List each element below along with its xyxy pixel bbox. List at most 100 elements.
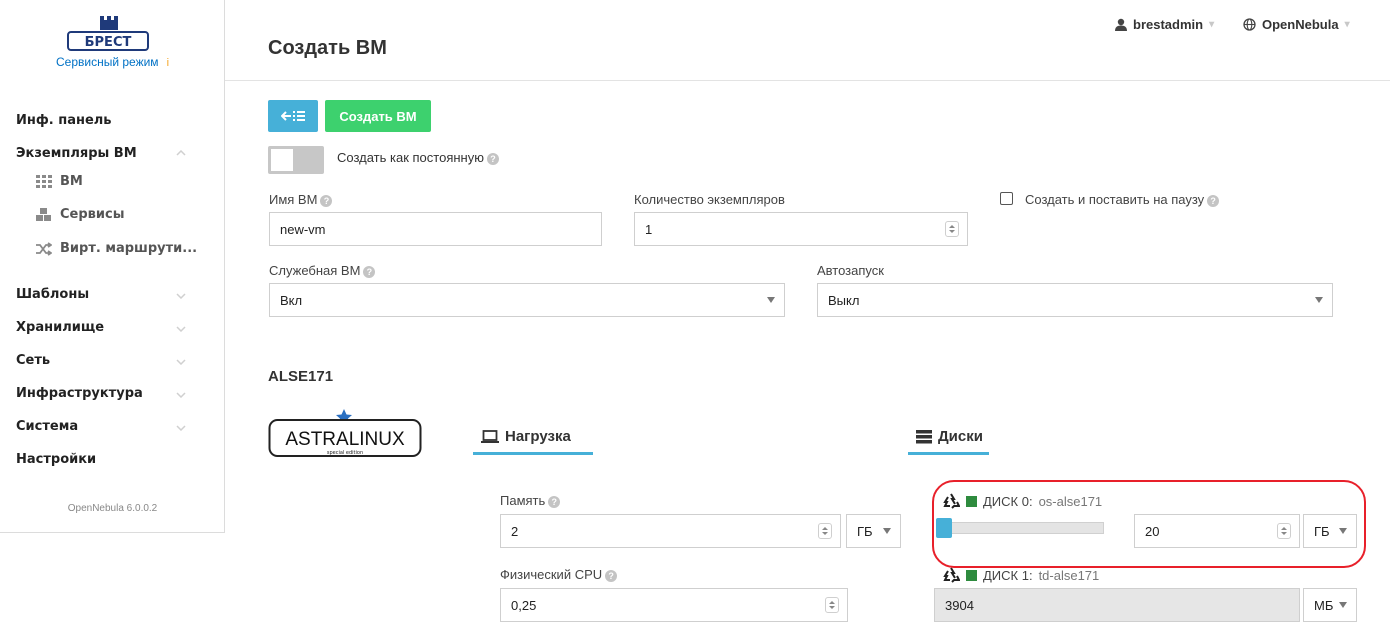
instances-value: 1 bbox=[645, 221, 653, 237]
persistent-toggle[interactable] bbox=[268, 146, 324, 174]
astralinux-logo: ASTRALINUX special edition bbox=[268, 409, 422, 457]
recycle-icon[interactable] bbox=[942, 567, 960, 583]
help-icon[interactable]: ? bbox=[320, 194, 333, 207]
autostart-label: Автозапуск bbox=[817, 263, 884, 278]
help-icon[interactable]: ? bbox=[548, 495, 561, 508]
sidebar-item-settings[interactable]: Настройки bbox=[16, 452, 96, 467]
help-icon[interactable]: ? bbox=[486, 152, 499, 165]
sidebar-item-dashboard[interactable]: Инф. панель bbox=[16, 113, 112, 128]
memory-label: Память? bbox=[500, 493, 561, 508]
back-to-list-button[interactable] bbox=[268, 100, 318, 132]
vm-name-label: Имя ВМ? bbox=[269, 192, 333, 207]
memory-unit-value: ГБ bbox=[857, 523, 873, 539]
user-menu[interactable]: brestadmin ▾ bbox=[1115, 17, 1214, 32]
back-list-icon bbox=[281, 111, 305, 121]
chevron-up-icon[interactable] bbox=[176, 150, 186, 156]
vm-name-input[interactable]: new-vm bbox=[269, 212, 602, 246]
chevron-down-icon[interactable] bbox=[176, 392, 186, 398]
tab-load[interactable]: Нагрузка bbox=[481, 428, 571, 445]
disk0-unit-value: ГБ bbox=[1314, 523, 1330, 539]
memory-input[interactable]: 2 bbox=[500, 514, 841, 548]
username: brestadmin bbox=[1133, 17, 1204, 32]
sidebar-item-virtual-routers[interactable]: Вирт. маршрути... bbox=[36, 241, 197, 256]
grid-icon bbox=[36, 174, 52, 188]
sidebar-item-vm-instances[interactable]: Экземпляры ВМ bbox=[16, 146, 137, 161]
template-name: ALSE171 bbox=[268, 368, 334, 385]
tab-label: Диски bbox=[938, 428, 983, 445]
sidebar-item-label: Вирт. маршрути... bbox=[60, 241, 198, 256]
svg-text:ASTRALINUX: ASTRALINUX bbox=[285, 429, 405, 450]
version-label: OpenNebula 6.0.0.2 bbox=[67, 503, 158, 514]
disk1-size-value: 3904 bbox=[945, 597, 974, 613]
svg-text:БРЕСТ: БРЕСТ bbox=[85, 35, 132, 50]
service-mode-link[interactable]: Сервисный режим i bbox=[0, 55, 225, 69]
random-icon bbox=[36, 241, 52, 256]
sidebar-item-label: ВМ bbox=[60, 174, 83, 189]
disk0-size-input[interactable]: 20 bbox=[1134, 514, 1300, 548]
caret-down-icon: ▾ bbox=[1344, 19, 1350, 30]
disk-color-square bbox=[966, 495, 977, 507]
recycle-icon[interactable] bbox=[942, 493, 960, 509]
tab-load-underline bbox=[473, 452, 593, 455]
autostart-select[interactable]: Выкл bbox=[817, 283, 1333, 317]
hold-label: Создать и поставить на паузу? bbox=[1025, 192, 1220, 207]
user-icon bbox=[1115, 18, 1127, 31]
disk0-unit-select[interactable]: ГБ bbox=[1303, 514, 1357, 548]
disk1-unit-value: МБ bbox=[1314, 597, 1334, 613]
disk-color-square bbox=[966, 569, 977, 581]
sidebar-item-system[interactable]: Система bbox=[16, 419, 78, 434]
sidebar-item-vms[interactable]: ВМ bbox=[36, 174, 83, 189]
sidebar-item-network[interactable]: Сеть bbox=[16, 353, 50, 368]
help-icon[interactable]: ? bbox=[605, 569, 618, 582]
laptop-icon bbox=[481, 429, 499, 443]
sidebar-item-storage[interactable]: Хранилище bbox=[16, 320, 104, 335]
memory-unit-select[interactable]: ГБ bbox=[846, 514, 901, 548]
cpu-input[interactable]: 0,25 bbox=[500, 588, 848, 622]
cubes-icon bbox=[36, 207, 51, 221]
sidebar-item-infrastructure[interactable]: Инфраструктура bbox=[16, 386, 143, 401]
stepper-icon[interactable] bbox=[1277, 523, 1291, 539]
stepper-icon[interactable] bbox=[945, 221, 959, 237]
page-title: Создать ВМ bbox=[268, 37, 387, 59]
stepper-icon[interactable] bbox=[825, 597, 839, 613]
instances-input[interactable]: 1 bbox=[634, 212, 968, 246]
service-vm-value: Вкл bbox=[280, 292, 303, 308]
globe-icon bbox=[1243, 18, 1256, 31]
sidebar-item-services[interactable]: Сервисы bbox=[36, 207, 124, 222]
disk1-unit-select[interactable]: МБ bbox=[1303, 588, 1357, 622]
zone-menu[interactable]: OpenNebula ▾ bbox=[1243, 17, 1350, 32]
tab-disks[interactable]: Диски bbox=[916, 428, 983, 445]
zone-name: OpenNebula bbox=[1262, 17, 1339, 32]
disk0-slider-handle[interactable] bbox=[936, 518, 952, 538]
disk1-size-input: 3904 bbox=[934, 588, 1300, 622]
disk0-label: ДИСК 0: os-alse171 bbox=[942, 493, 1102, 509]
help-icon[interactable]: ? bbox=[363, 265, 376, 278]
help-icon[interactable]: ? bbox=[1207, 194, 1220, 207]
caret-down-icon bbox=[767, 297, 775, 303]
sidebar-item-label: Сервисы bbox=[60, 207, 125, 222]
cpu-label: Физический CPU? bbox=[500, 567, 618, 582]
sidebar-item-templates[interactable]: Шаблоны bbox=[16, 287, 89, 302]
chevron-down-icon[interactable] bbox=[176, 326, 186, 332]
create-vm-button[interactable]: Создать ВМ bbox=[325, 100, 431, 132]
hold-checkbox[interactable] bbox=[1000, 192, 1013, 205]
disk0-size-slider[interactable] bbox=[937, 522, 1104, 534]
stepper-icon[interactable] bbox=[818, 523, 832, 539]
instances-label: Количество экземпляров bbox=[634, 192, 785, 207]
chevron-down-icon[interactable] bbox=[176, 425, 186, 431]
autostart-value: Выкл bbox=[828, 292, 860, 308]
service-vm-select[interactable]: Вкл bbox=[269, 283, 785, 317]
disk1-label: ДИСК 1: td-alse171 bbox=[942, 567, 1099, 583]
info-icon[interactable]: i bbox=[167, 57, 169, 69]
disk0-size-value: 20 bbox=[1145, 523, 1160, 539]
caret-down-icon bbox=[1315, 297, 1323, 303]
tab-disks-underline bbox=[908, 452, 989, 455]
sidebar: БРЕСТ Сервисный режим i Инф. панель Экзем… bbox=[0, 0, 225, 533]
brest-logo: БРЕСТ bbox=[67, 16, 149, 51]
caret-down-icon bbox=[1339, 528, 1347, 534]
caret-down-icon bbox=[883, 528, 891, 534]
chevron-down-icon[interactable] bbox=[176, 359, 186, 365]
caret-down-icon: ▾ bbox=[1209, 19, 1215, 30]
chevron-down-icon[interactable] bbox=[176, 293, 186, 299]
tab-label: Нагрузка bbox=[505, 428, 571, 445]
